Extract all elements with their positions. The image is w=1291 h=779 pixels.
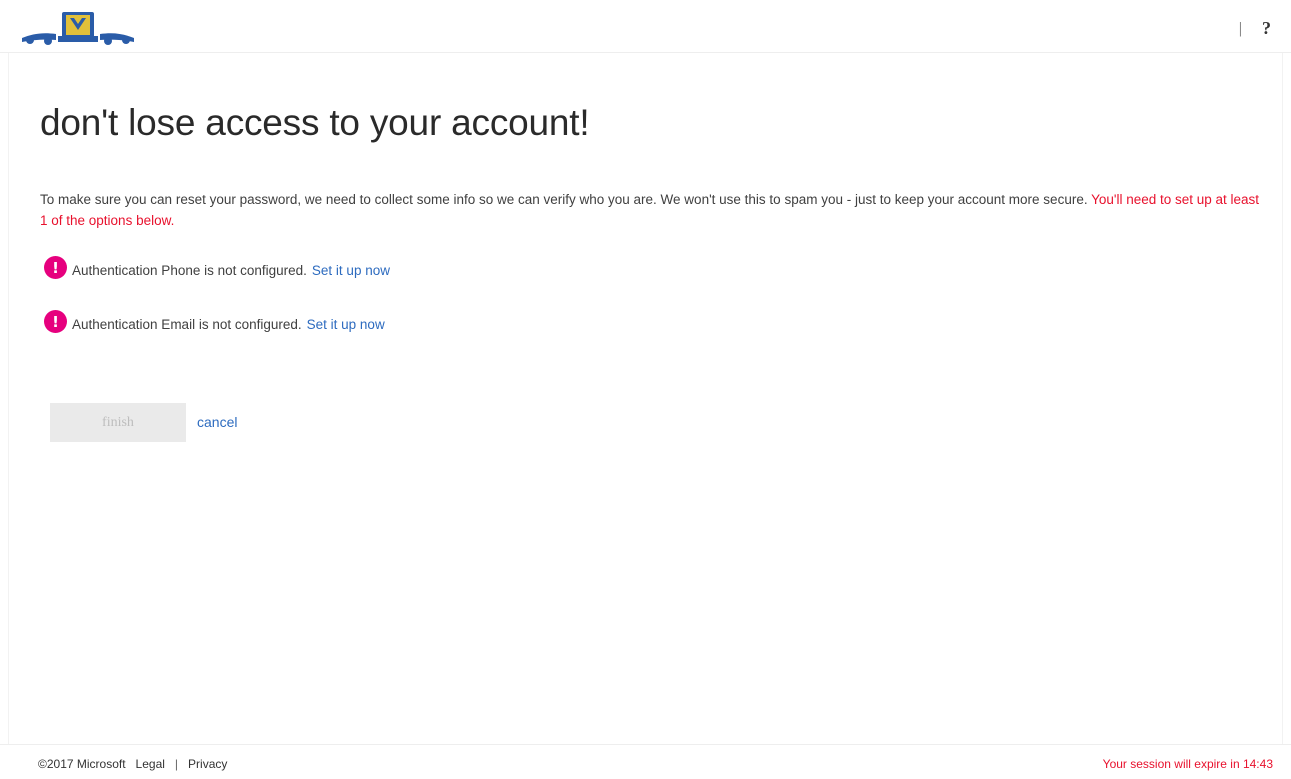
header-actions: | ? <box>1239 18 1271 39</box>
help-icon[interactable]: ? <box>1262 18 1271 39</box>
footer-separator: | <box>174 757 179 771</box>
crest-logo <box>22 12 134 45</box>
exclamation-icon: ! <box>44 310 67 333</box>
setup-phone-link[interactable]: Set it up now <box>312 263 390 278</box>
cancel-link[interactable]: cancel <box>197 414 237 430</box>
email-status-text: Authentication Email is not configured. <box>72 317 302 332</box>
email-status-row: ! Authentication Email is not configured… <box>44 310 385 333</box>
setup-email-link[interactable]: Set it up now <box>307 317 385 332</box>
intro-paragraph: To make sure you can reset your password… <box>40 189 1270 231</box>
header-bar: | ? <box>0 0 1291 53</box>
footer-links: ©2017 Microsoft Legal | Privacy <box>38 757 227 771</box>
legal-link[interactable]: Legal <box>136 757 165 771</box>
phone-status-text: Authentication Phone is not configured. <box>72 263 307 278</box>
copyright-text: ©2017 Microsoft <box>38 757 126 771</box>
intro-text: To make sure you can reset your password… <box>40 192 1088 207</box>
page-title: don't lose access to your account! <box>40 102 590 143</box>
exclamation-icon: ! <box>44 256 67 279</box>
session-expiry-notice: Your session will expire in 14:43 <box>1102 757 1273 771</box>
privacy-link[interactable]: Privacy <box>188 757 227 771</box>
phone-status-row: ! Authentication Phone is not configured… <box>44 256 390 279</box>
header-divider: | <box>1238 19 1242 37</box>
finish-button[interactable]: finish <box>50 403 186 442</box>
footer-bar: ©2017 Microsoft Legal | Privacy Your ses… <box>0 744 1291 779</box>
